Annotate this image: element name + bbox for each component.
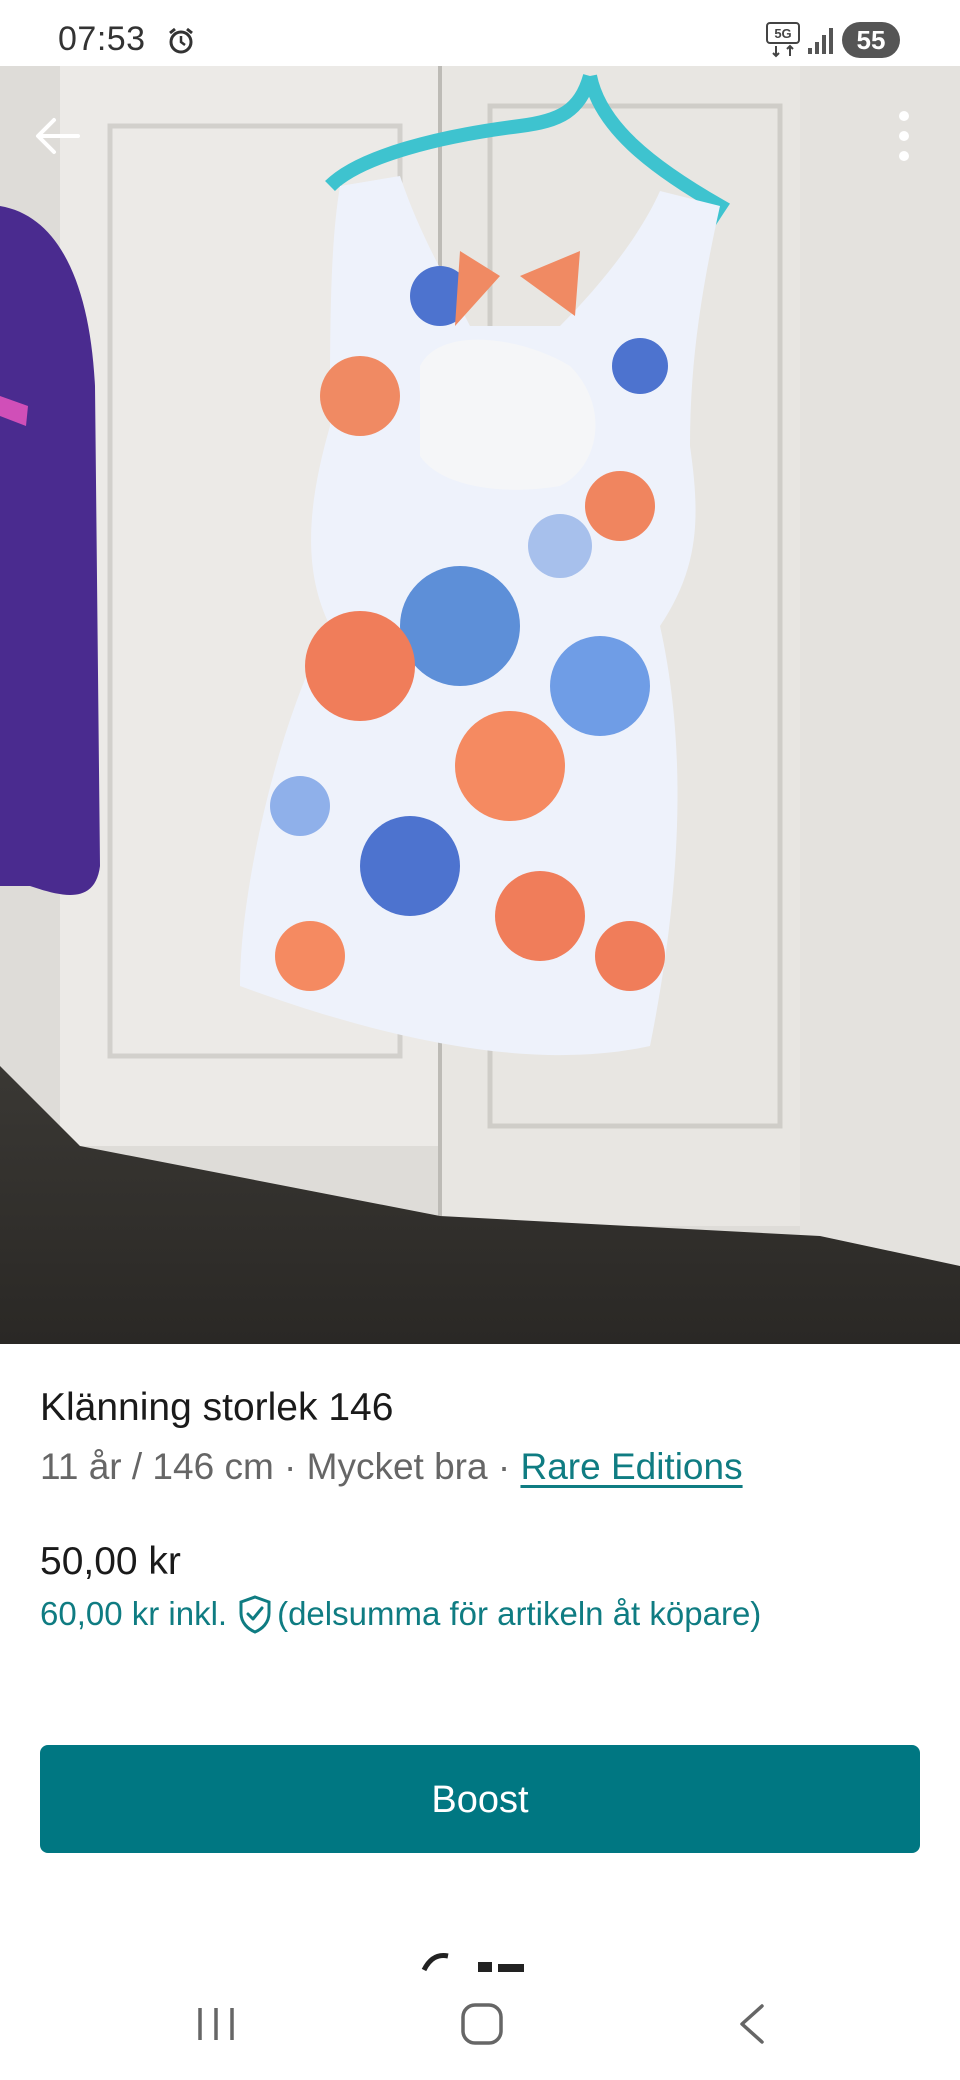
item-photo[interactable] (0, 66, 960, 1344)
item-title: Klänning storlek 146 (40, 1386, 394, 1429)
item-price: 50,00 kr (40, 1540, 181, 1583)
item-details: 11 år / 146 cm · Mycket bra · Rare Editi… (40, 1446, 743, 1488)
signal-icon (808, 28, 833, 54)
partially-visible-row (421, 1953, 524, 1972)
price-incl-amount: 60,00 kr inkl. (40, 1595, 228, 1632)
5g-network-icon: 5G (766, 22, 800, 58)
dress-photo-illustration (0, 66, 960, 1344)
home-icon[interactable] (460, 2002, 504, 2046)
brand-link[interactable]: Rare Editions (520, 1446, 742, 1487)
more-options-icon[interactable] (880, 104, 928, 168)
status-time: 07:53 (58, 20, 146, 58)
boost-button[interactable]: Boost (40, 1745, 920, 1853)
price-incl-note: (delsumma för artikeln åt köpare) (277, 1595, 762, 1632)
alarm-icon (169, 27, 193, 54)
system-navigation-bar (0, 1972, 960, 2080)
buyer-protection-shield-icon[interactable] (237, 1594, 273, 1634)
status-bar: 07:53 5G 55 (0, 0, 960, 66)
nav-back-icon[interactable] (736, 2002, 766, 2046)
price-including-fees[interactable]: 60,00 kr inkl. (delsumma för artikeln åt… (40, 1594, 761, 1634)
boost-button-label: Boost (431, 1779, 529, 1821)
recent-apps-icon[interactable] (194, 2004, 238, 2044)
network-label: 5G (774, 26, 791, 41)
battery-indicator: 55 (842, 22, 900, 58)
item-details-text: 11 år / 146 cm · Mycket bra · (40, 1446, 521, 1487)
back-arrow-icon[interactable] (30, 108, 86, 164)
